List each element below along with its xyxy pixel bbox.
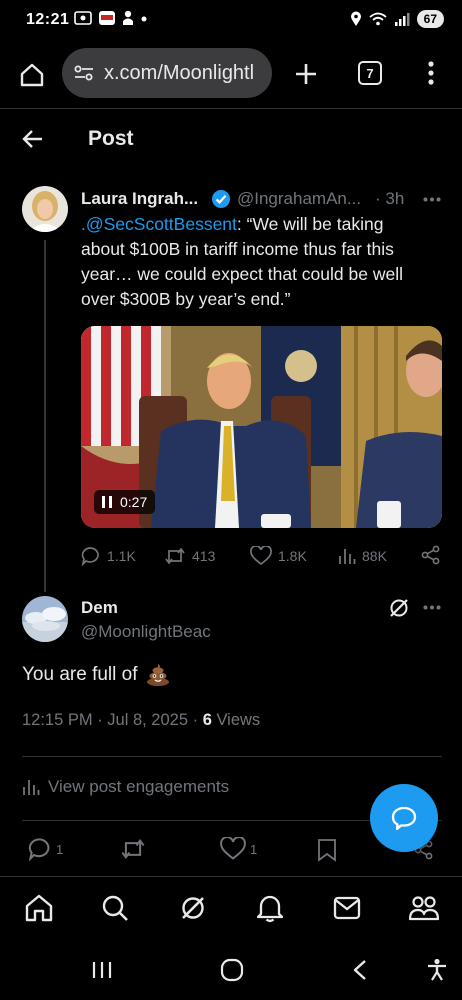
bottom-nav: [0, 876, 462, 940]
notifications-icon[interactable]: [257, 893, 283, 923]
like-count: 1.8K: [278, 548, 307, 564]
page-title: Post: [88, 127, 134, 150]
verified-badge-icon: [211, 189, 231, 209]
screenshot-icon: [74, 10, 92, 26]
view-count: 6: [202, 711, 212, 729]
grok-icon[interactable]: [388, 597, 410, 619]
engagements-label: View post engagements: [48, 777, 230, 796]
pause-icon[interactable]: [102, 496, 112, 508]
grok-icon[interactable]: [179, 894, 207, 922]
tweet-text: .@SecScottBessent: “We will be taking ab…: [81, 212, 431, 312]
status-right-icons: 67: [350, 10, 444, 28]
reply-avatar[interactable]: [22, 596, 68, 642]
poop-emoji-icon: [146, 664, 170, 686]
heart-icon: [250, 546, 272, 566]
author-name[interactable]: Laura Ingrah...: [81, 189, 198, 209]
reply-like-action[interactable]: 1: [220, 836, 257, 862]
thread-line: [44, 240, 46, 592]
tune-icon[interactable]: [74, 64, 94, 82]
video-time: 0:27: [120, 494, 148, 510]
engagements-icon: [22, 778, 40, 796]
reply-author-handle[interactable]: @MoonlightBeac: [81, 622, 211, 642]
reply-icon: [28, 837, 52, 861]
home-icon[interactable]: [19, 62, 45, 88]
messages-icon[interactable]: [333, 896, 361, 920]
views-action[interactable]: 88K: [338, 544, 387, 568]
back-arrow-icon[interactable]: [22, 128, 44, 150]
location-icon: [350, 11, 362, 27]
repost-icon: [164, 546, 186, 566]
reply-reply-action[interactable]: 1: [28, 836, 63, 862]
wifi-icon: [369, 11, 387, 27]
like-action[interactable]: 1.8K: [250, 544, 307, 568]
communities-icon[interactable]: [408, 894, 440, 922]
recents-icon[interactable]: [91, 960, 113, 980]
status-bar: 12:21 67: [0, 0, 462, 44]
reply-reply-count: 1: [56, 841, 64, 857]
reply-repost-action[interactable]: [120, 836, 146, 862]
news-app-icon: [98, 10, 116, 26]
share-icon[interactable]: [421, 545, 441, 565]
reply-action[interactable]: 1.1K: [81, 544, 136, 568]
views-label: Views: [211, 711, 261, 729]
url-bar[interactable]: x.com/Moonlightl: [62, 48, 272, 98]
tabs-icon[interactable]: 7: [358, 61, 382, 85]
dot-icon: [140, 10, 148, 26]
view-engagements-link[interactable]: View post engagements: [22, 777, 229, 797]
reply-body: You are full of: [22, 664, 138, 685]
plus-icon[interactable]: [294, 62, 318, 86]
browser-divider: [0, 108, 462, 109]
browser-toolbar: x.com/Moonlightl 7: [0, 44, 462, 108]
reply-more-options-icon[interactable]: [423, 605, 441, 610]
heart-icon: [220, 837, 246, 861]
views-icon: [338, 547, 356, 565]
back-icon[interactable]: [352, 959, 368, 981]
mention-link[interactable]: .@SecScottBessent: [81, 214, 237, 234]
home-circle-icon[interactable]: [220, 958, 244, 982]
status-left-icons: [74, 10, 148, 26]
signal-icon: [394, 11, 410, 27]
video-timer[interactable]: 0:27: [94, 490, 156, 514]
menu-dots-icon[interactable]: [427, 61, 435, 85]
accessibility-icon[interactable]: [426, 958, 448, 982]
reply-like-count: 1: [250, 841, 258, 857]
post-time[interactable]: · 3h: [375, 189, 404, 209]
repost-action[interactable]: 413: [164, 544, 215, 568]
bookmark-icon[interactable]: [317, 838, 337, 862]
avatar[interactable]: [22, 186, 68, 232]
repost-icon: [120, 837, 146, 861]
system-navigation: [0, 940, 462, 1000]
notification-person-icon: [122, 10, 134, 26]
reply-author-name[interactable]: Dem: [81, 598, 118, 618]
reply-count: 1.1K: [107, 548, 136, 564]
reply-text: You are full of: [22, 664, 170, 686]
repost-count: 413: [192, 548, 216, 564]
author-handle[interactable]: @IngrahamAn...: [237, 189, 361, 209]
more-options-icon[interactable]: [423, 197, 441, 202]
chat-bubble-icon: [390, 804, 418, 832]
reply-icon: [81, 546, 101, 566]
timestamp-text[interactable]: 12:15 PM · Jul 8, 2025 ·: [22, 711, 203, 729]
battery-icon: 67: [416, 10, 444, 28]
post-timestamp: 12:15 PM · Jul 8, 2025 · 6 Views: [22, 711, 260, 730]
home-icon[interactable]: [24, 894, 54, 922]
meta-divider: [22, 756, 442, 757]
views-count: 88K: [362, 548, 387, 564]
status-time: 12:21: [26, 11, 70, 28]
search-icon[interactable]: [101, 894, 129, 922]
url-text: x.com/Moonlightl: [104, 61, 255, 84]
compose-reply-button[interactable]: [370, 784, 438, 852]
